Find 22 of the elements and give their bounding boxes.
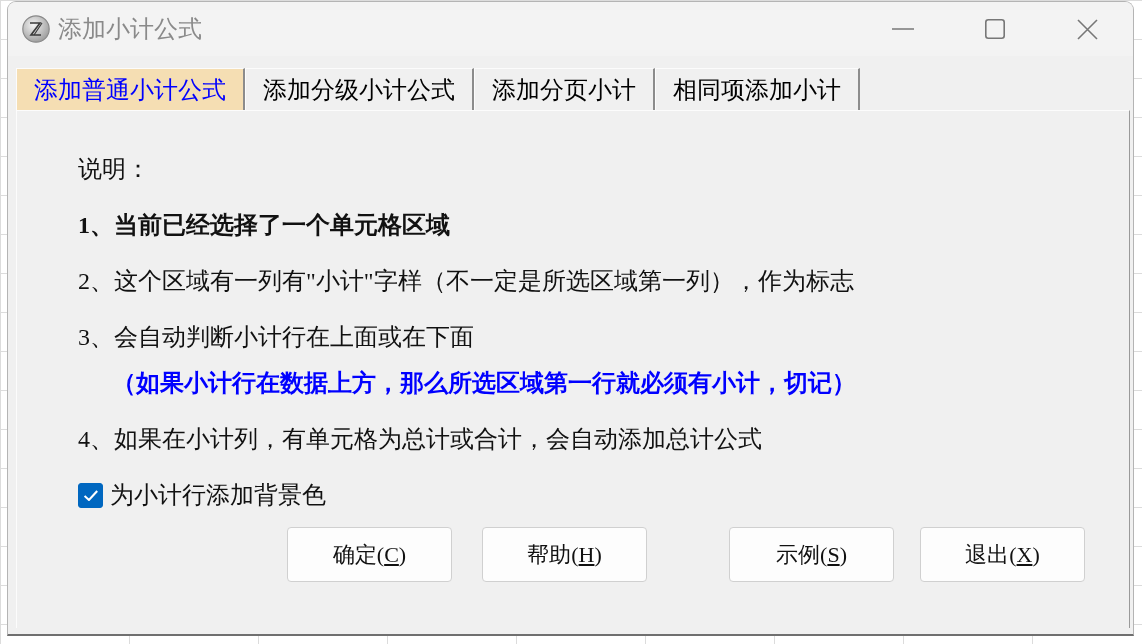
- dialog-button[interactable]: 帮助(H): [482, 527, 647, 582]
- tab[interactable]: 相同项添加小计: [655, 68, 860, 110]
- description-heading: 说明：: [78, 156, 150, 182]
- maximize-icon: [985, 19, 1005, 39]
- close-icon: [1076, 18, 1098, 40]
- checkbox[interactable]: [78, 482, 103, 508]
- tab[interactable]: 添加普通小计公式: [16, 68, 245, 110]
- tab[interactable]: 添加分页小计: [474, 68, 655, 110]
- instruction-text: 4、如果在小计列，有单元格为总计或合计，会自动添加总计公式: [78, 426, 762, 452]
- dialog-button[interactable]: 确定(C): [287, 527, 452, 582]
- minimize-icon: [892, 28, 914, 30]
- instruction-text: 1、当前已经选择了一个单元格区域: [78, 212, 450, 238]
- dialog-button[interactable]: 退出(X): [920, 527, 1085, 582]
- instruction-text: （如果小计行在数据上方，那么所选区域第一行就必须有小计，切记）: [112, 370, 856, 396]
- check-icon: [83, 489, 98, 501]
- instruction-text: 2、这个区域有一列有"小计"字样（不一定是所选区域第一列），作为标志: [78, 268, 854, 294]
- logo-icon: [22, 15, 50, 43]
- checkbox-label: 为小计行添加背景色: [110, 481, 326, 510]
- tab[interactable]: 添加分级小计公式: [245, 68, 474, 110]
- dialog-button[interactable]: 示例(S): [729, 527, 894, 582]
- window-title: 添加小计公式: [58, 14, 202, 45]
- instruction-text: 3、会自动判断小计行在上面或在下面: [78, 324, 474, 350]
